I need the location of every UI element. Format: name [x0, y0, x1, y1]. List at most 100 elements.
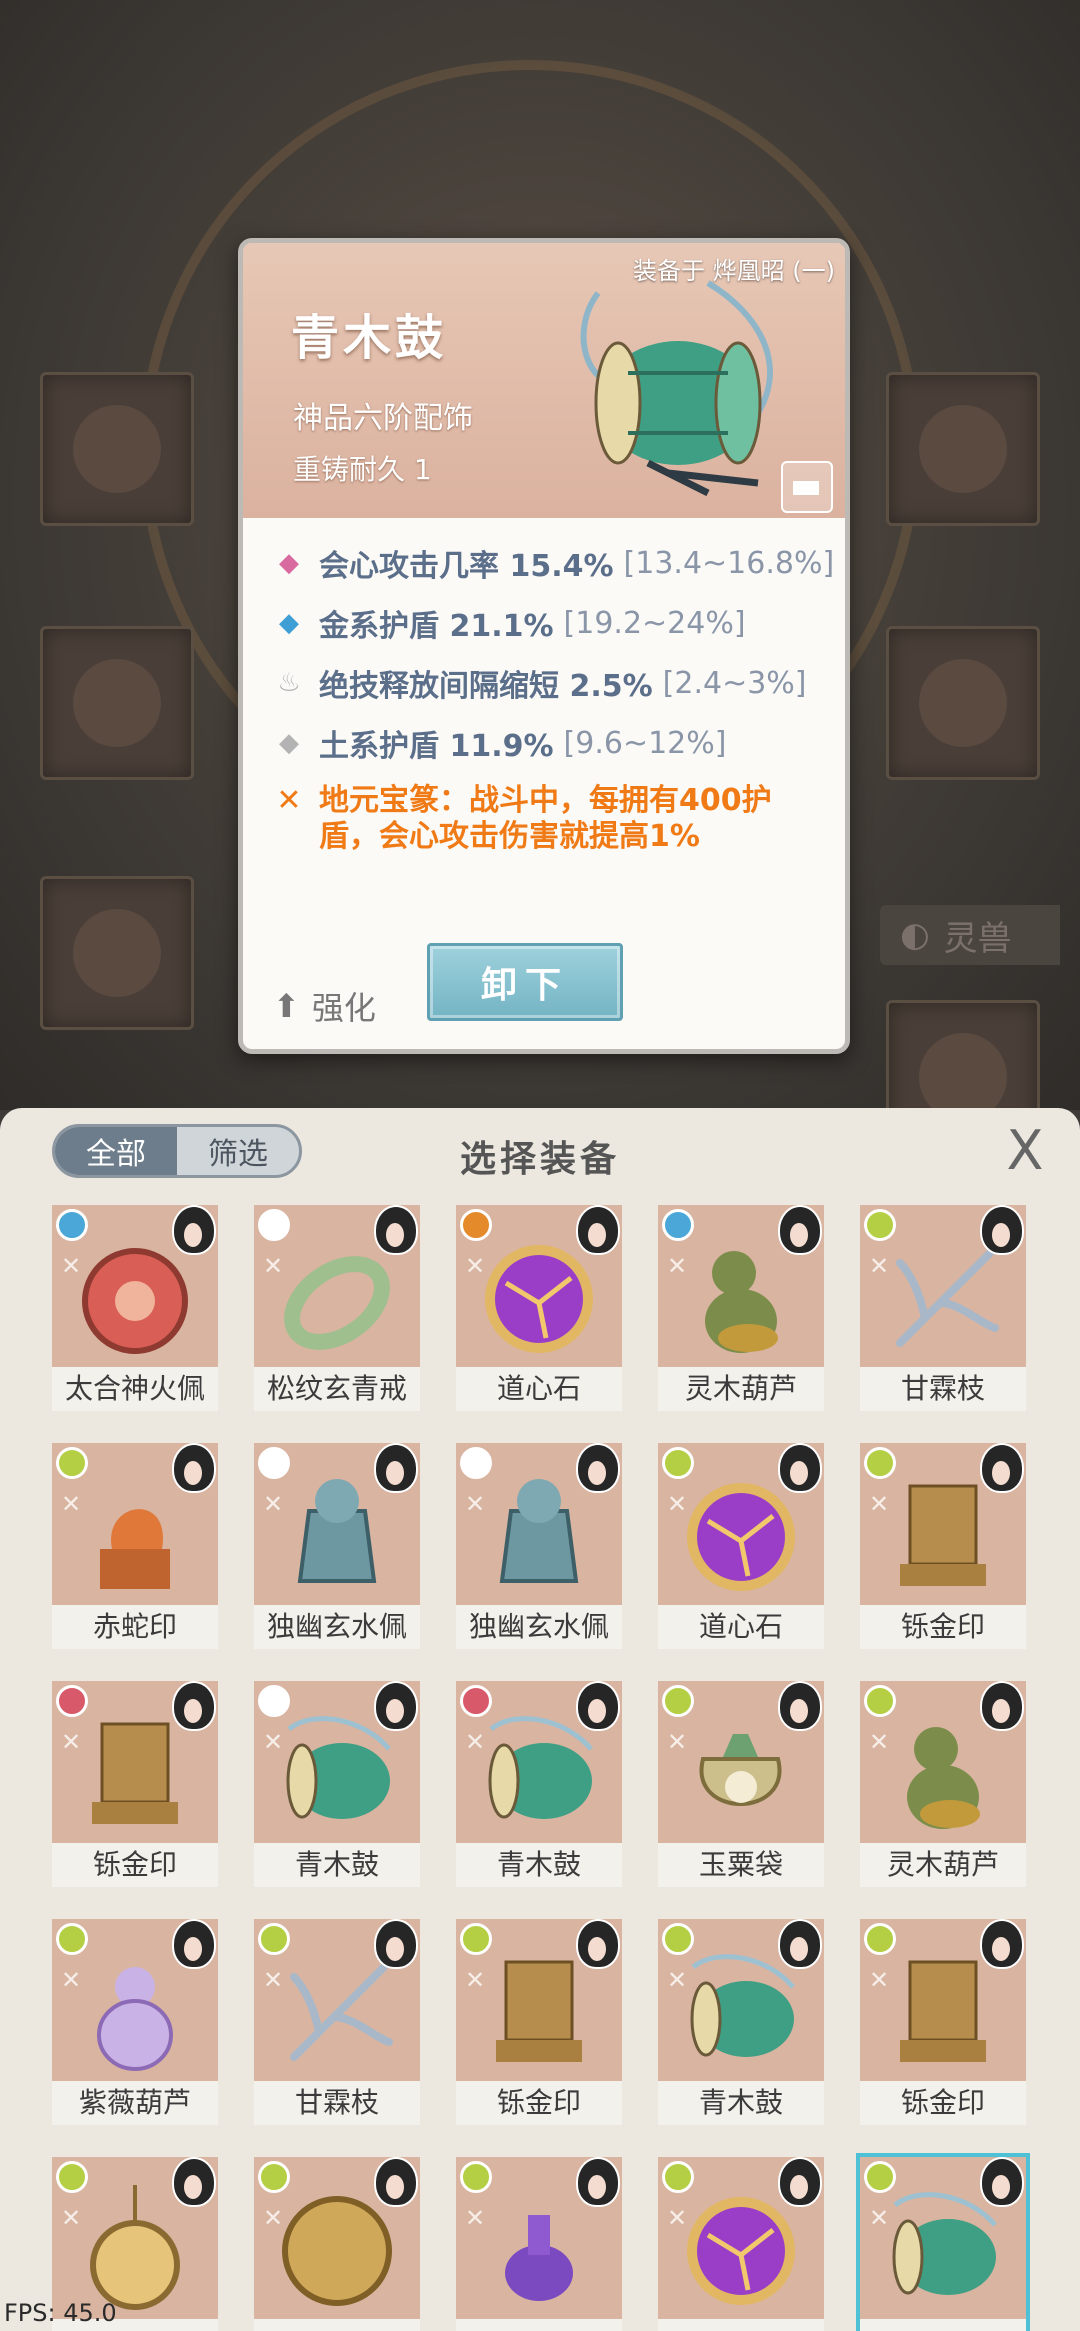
equipment-name: 独幽玄水佩: [254, 1605, 420, 1649]
equipment-card[interactable]: ✕ 独幽玄水佩: [456, 1443, 622, 1649]
owner-avatar: [172, 1443, 216, 1493]
equipment-name: 道心石: [658, 1605, 824, 1649]
element-icon: [56, 1209, 88, 1241]
equipment-card[interactable]: ✕: [254, 2157, 420, 2331]
equipment-card[interactable]: ✕ 灵木葫芦: [860, 1681, 1026, 1887]
item-art: [282, 2196, 392, 2306]
equipment-card[interactable]: ✕ 独幽玄水佩: [254, 1443, 420, 1649]
owner-avatar: [980, 1443, 1024, 1493]
drum-item-art: [580, 280, 773, 497]
equipment-name: 铄金印: [456, 2081, 622, 2125]
stat-row: ◆ 土系护盾 11.9% [9.6~12%]: [271, 721, 726, 765]
item-art: [900, 1960, 986, 2062]
equipment-card[interactable]: ✕ 道心石: [456, 1205, 622, 1411]
equipment-name: 灵木葫芦: [658, 1367, 824, 1411]
element-icon: [56, 1685, 88, 1717]
element-icon: [460, 1923, 492, 1955]
item-art: [505, 2215, 573, 2301]
background-slot: [886, 626, 1040, 780]
paw-icon: ◐: [900, 915, 930, 955]
item-art: [286, 1716, 391, 1819]
background-slot: [40, 876, 194, 1030]
owner-avatar: [374, 1919, 418, 1969]
unequip-button[interactable]: 卸下: [427, 943, 623, 1021]
equipment-card[interactable]: ✕ 青木鼓: [456, 1681, 622, 1887]
class-icon: ✕: [60, 2204, 82, 2232]
stat-value: 会心攻击几率 15.4%: [319, 549, 614, 584]
owner-avatar: [778, 1205, 822, 1255]
class-icon: ✕: [666, 1252, 688, 1280]
special-effect-icon: ✕: [276, 783, 302, 818]
equipment-card[interactable]: ✕ 铄金印: [860, 1443, 1026, 1649]
item-art: [496, 1960, 582, 2062]
close-button[interactable]: X: [1000, 1124, 1050, 1178]
equipment-card[interactable]: ✕ 紫薇葫芦: [52, 1919, 218, 2125]
equipment-card[interactable]: ✕ 铄金印: [860, 1919, 1026, 2125]
equipment-card[interactable]: ✕ 青木鼓: [658, 1919, 824, 2125]
equipment-card[interactable]: ✕ 灵木葫芦: [658, 1205, 824, 1411]
equipment-card[interactable]: ✕ 玉粟袋: [658, 1681, 824, 1887]
stat-row: ♨ 绝技释放间隔缩短 2.5% [2.4~3%]: [271, 661, 807, 705]
equipment-card[interactable]: ✕: [456, 2157, 622, 2331]
element-icon: [662, 1685, 694, 1717]
item-art: [687, 2197, 795, 2305]
stat-range: [19.2~24%]: [563, 605, 746, 641]
element-icon: [864, 1923, 896, 1955]
equipment-name: 紫薇葫芦: [52, 2081, 218, 2125]
equipment-card[interactable]: ✕ 铄金印: [52, 1681, 218, 1887]
pink-diamond-icon: ◆: [279, 548, 299, 578]
item-art: [284, 1256, 390, 1350]
item-art: [97, 1967, 173, 2071]
equipment-card[interactable]: ✕ 青木鼓: [254, 1681, 420, 1887]
equipment-card[interactable]: ✕ 甘霖枝: [254, 1919, 420, 2125]
class-icon: ✕: [868, 1966, 890, 1994]
equipment-card[interactable]: ✕ 赤蛇印: [52, 1443, 218, 1649]
equipment-card[interactable]: ✕ 松纹玄青戒: [254, 1205, 420, 1411]
equipment-card[interactable]: ✕: [658, 2157, 824, 2331]
owner-avatar: [576, 2157, 620, 2207]
equipment-name: 甘霖枝: [254, 2081, 420, 2125]
equipment-name: 青木鼓: [658, 2081, 824, 2125]
background-slot: [886, 1000, 1040, 1110]
equipment-card[interactable]: ✕ 铄金印: [456, 1919, 622, 2125]
owner-avatar: [778, 2157, 822, 2207]
equipment-card[interactable]: ✕ 甘霖枝: [860, 1205, 1026, 1411]
grey-diamond-icon: ◆: [279, 728, 299, 758]
element-icon: [460, 2161, 492, 2193]
owner-avatar: [374, 1681, 418, 1731]
background-slot: [40, 372, 194, 526]
class-icon: ✕: [868, 1490, 890, 1518]
stat-value: 金系护盾 21.1%: [319, 609, 554, 644]
class-icon: ✕: [666, 1966, 688, 1994]
special-effect-text: 地元宝篆：战斗中，每拥有400护盾，会心攻击伤害就提高1%: [319, 783, 772, 854]
item-grade: 神品六阶配饰: [293, 401, 473, 436]
item-art: [92, 1722, 178, 1824]
equipment-card[interactable]: ✕ 道心石: [658, 1443, 824, 1649]
owner-avatar: [172, 1919, 216, 1969]
equipment-name: 玉粟袋: [658, 1843, 824, 1887]
element-icon: [864, 2161, 896, 2193]
equipment-card[interactable]: ✕ 太合神火佩: [52, 1205, 218, 1411]
element-icon: [662, 1447, 694, 1479]
class-icon: ✕: [868, 2204, 890, 2232]
item-art: [900, 1484, 986, 1586]
element-icon: [460, 1209, 492, 1241]
item-art: [290, 1963, 393, 2061]
element-icon: [864, 1685, 896, 1717]
stat-range: [2.4~3%]: [662, 665, 807, 701]
equipment-name: 道心石: [456, 1367, 622, 1411]
item-art: [485, 1245, 593, 1353]
item-detail-popup: 装备于 烨凰昭 (一) 青木鼓 神品六阶配饰 重铸耐久 1 ◆ 会心攻击几率 1…: [238, 238, 850, 1054]
lock-icon[interactable]: [781, 461, 833, 513]
fps-counter: FPS: 45.0: [4, 2299, 117, 2327]
element-icon: [258, 1923, 290, 1955]
element-icon: [56, 2161, 88, 2193]
equipment-name: 铄金印: [860, 1605, 1026, 1649]
class-icon: ✕: [60, 1966, 82, 1994]
item-art: [687, 1483, 795, 1591]
strengthen-button[interactable]: ⬆ 强化: [273, 983, 376, 1029]
equipment-card[interactable]: ✕: [860, 2157, 1026, 2331]
element-icon: [56, 1923, 88, 1955]
owner-avatar: [576, 1443, 620, 1493]
owner-avatar: [172, 2157, 216, 2207]
